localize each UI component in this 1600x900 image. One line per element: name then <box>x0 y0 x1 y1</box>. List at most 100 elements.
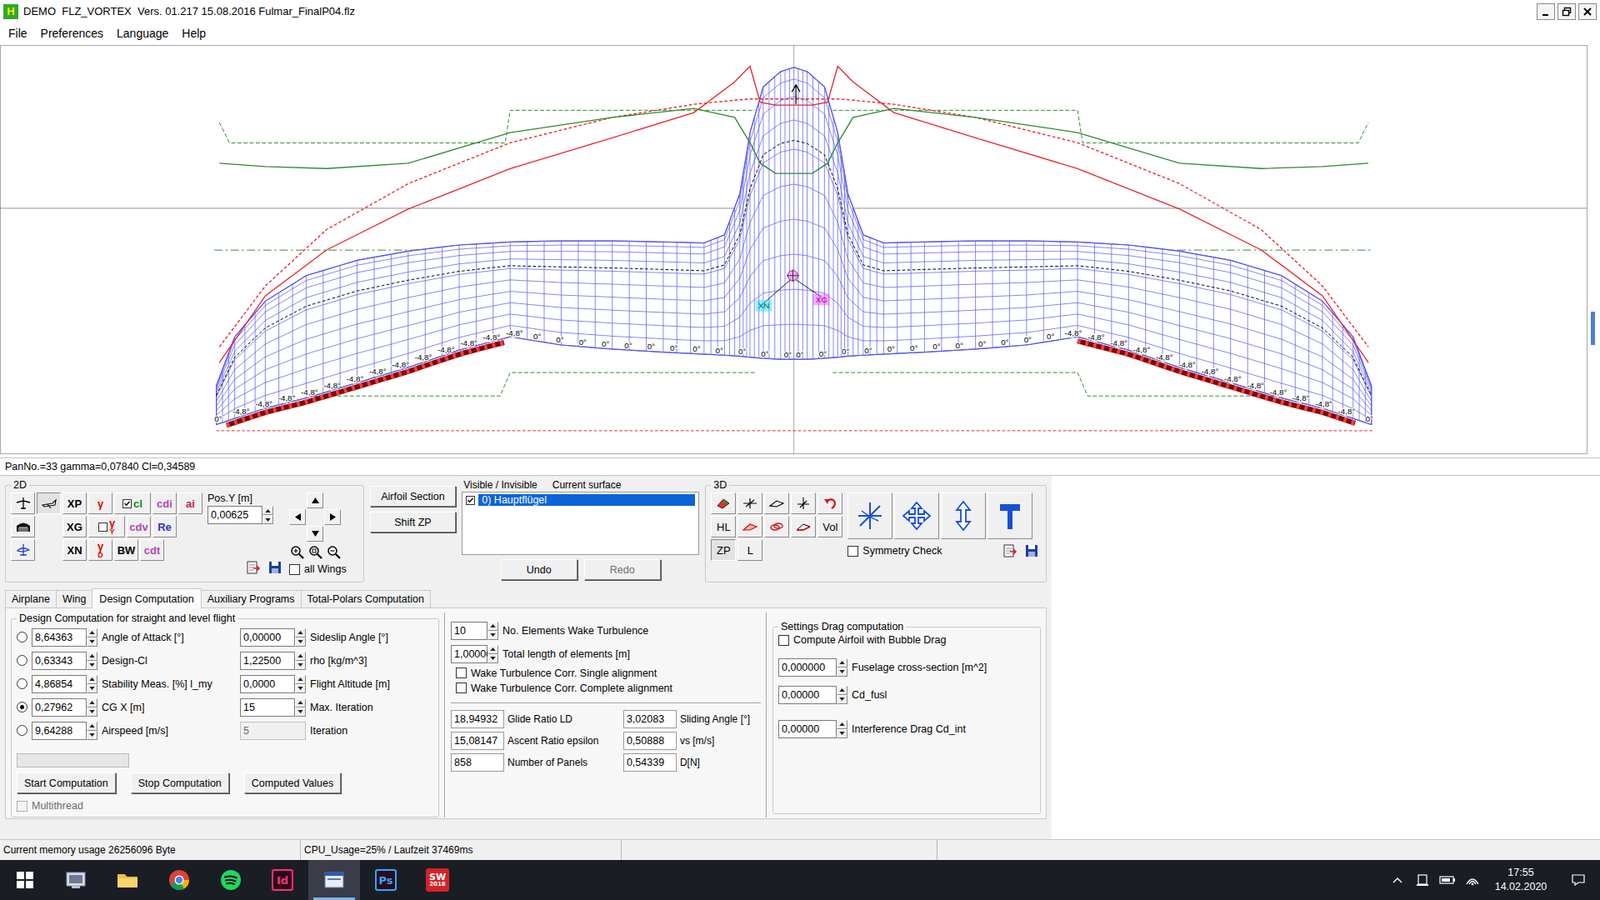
spinner[interactable] <box>836 685 848 705</box>
spin-up[interactable] <box>487 645 499 655</box>
spinner[interactable] <box>86 721 98 740</box>
clock[interactable]: 17:5514.02.2020 <box>1485 860 1557 900</box>
diagram-button[interactable]: γY <box>88 515 125 538</box>
spinner[interactable] <box>86 675 98 694</box>
tab[interactable]: Auxiliary Programs <box>200 590 302 608</box>
vertical-move-button[interactable] <box>940 492 986 540</box>
reset-view-button[interactable] <box>817 492 843 515</box>
spinner[interactable] <box>295 698 306 717</box>
checkbox[interactable] <box>455 667 467 679</box>
section-view-button[interactable] <box>10 539 35 561</box>
export-button[interactable] <box>1000 541 1020 560</box>
spin-field[interactable]: 0,63343 <box>31 651 98 670</box>
bubble-drag-checkbox[interactable]: Compute Airfoil with Bubble Drag <box>778 634 1035 646</box>
pan-up-button[interactable] <box>306 492 324 509</box>
field-value[interactable]: 0,00000 <box>778 720 837 739</box>
spin-field[interactable]: 0,00000 <box>240 628 306 647</box>
diagram-button[interactable]: cdt <box>140 539 165 561</box>
spinner[interactable] <box>86 698 98 717</box>
tab[interactable]: Airplane <box>5 590 57 608</box>
spin-up[interactable] <box>86 628 98 638</box>
spin-field[interactable]: 4,86854 <box>31 675 98 694</box>
field-value[interactable]: 8,64363 <box>31 628 87 647</box>
spin-down[interactable] <box>487 654 499 664</box>
spin-down[interactable] <box>86 730 98 740</box>
spin-field[interactable]: 0,0000 <box>240 675 306 694</box>
surface-item[interactable]: 0) Hauptflügel <box>464 494 697 506</box>
tab[interactable]: Total-Polars Computation <box>300 590 431 608</box>
spin-down[interactable] <box>295 637 306 647</box>
spinner[interactable] <box>295 675 306 694</box>
spin-down[interactable] <box>86 707 98 717</box>
radio-button[interactable] <box>16 701 28 713</box>
spinner[interactable] <box>487 645 499 664</box>
tab[interactable]: Wing <box>55 590 93 608</box>
l-button[interactable]: L <box>737 539 763 561</box>
diagram-button[interactable]: BW <box>114 539 139 561</box>
spinner[interactable] <box>836 720 848 739</box>
action-button[interactable]: Start Computation <box>16 772 116 794</box>
spin-down[interactable] <box>836 695 848 705</box>
spinner[interactable] <box>836 658 848 677</box>
diagram-button[interactable]: cdv <box>126 515 151 538</box>
spin-down[interactable] <box>86 660 98 670</box>
vol-button[interactable]: Vol <box>817 515 843 538</box>
save-button[interactable] <box>1022 541 1041 560</box>
action-button[interactable]: Computed Values <box>244 772 341 794</box>
checkbox[interactable] <box>847 545 859 557</box>
field-value[interactable]: 0,27962 <box>31 698 87 717</box>
menu-item[interactable]: Language <box>110 25 175 42</box>
radio-button[interactable] <box>16 631 28 643</box>
surface-list[interactable]: 0) Hauptflügel <box>461 491 700 555</box>
taskbar-app[interactable] <box>308 860 360 900</box>
checkbox[interactable] <box>289 564 300 575</box>
spin-field[interactable]: 1,22500 <box>240 651 306 670</box>
axis-view-button[interactable] <box>790 492 816 515</box>
action-button[interactable]: Airfoil Section <box>370 485 457 507</box>
spinner[interactable] <box>86 628 98 647</box>
spinner[interactable] <box>86 651 98 670</box>
zoom-in-button[interactable] <box>289 544 306 561</box>
diagram-button[interactable]: ai <box>178 492 203 515</box>
wing-view[interactable]: 0°-4,8°-4,8°-4,8°-4,8°-4,8°-4,8°-4,8°-4,… <box>0 45 1600 455</box>
menu-item[interactable]: File <box>1 25 35 42</box>
spin-up[interactable] <box>86 675 98 685</box>
spin-up[interactable] <box>86 651 98 661</box>
spin-down[interactable] <box>86 684 98 694</box>
zp-button[interactable]: ZP <box>710 539 736 561</box>
taskbar-app[interactable] <box>50 860 102 900</box>
hangar-button[interactable] <box>10 515 35 538</box>
taskbar-app[interactable]: SW2018 <box>411 860 464 900</box>
diagram-button[interactable]: Re <box>152 515 177 538</box>
field-value[interactable]: 9,64288 <box>31 721 87 740</box>
redo-button[interactable]: Redo <box>584 559 661 580</box>
scroll-thumb[interactable] <box>1590 311 1595 345</box>
top-view-button[interactable] <box>10 492 35 515</box>
field-value[interactable]: 10 <box>450 621 488 640</box>
close-button[interactable] <box>1578 3 1597 20</box>
checkbox[interactable] <box>778 635 790 646</box>
all-wings-checkbox[interactable]: all Wings <box>289 563 351 575</box>
pos-y-field[interactable]: 0,00625 <box>207 505 285 525</box>
spin-field[interactable]: 1,00000 <box>450 645 499 664</box>
taskbar-app[interactable] <box>153 860 205 900</box>
taskbar-app[interactable] <box>101 860 154 900</box>
spin-up[interactable] <box>295 628 306 638</box>
taskbar-app[interactable]: Id <box>256 860 309 900</box>
spin-down[interactable] <box>836 667 848 677</box>
multithread-checkbox[interactable]: Multithread <box>16 800 434 812</box>
field-value[interactable]: 1,22500 <box>240 651 295 670</box>
spin-field[interactable]: 9,64288 <box>31 721 98 740</box>
spin-up[interactable] <box>836 658 848 668</box>
radio-button[interactable] <box>16 678 28 690</box>
spin-field[interactable]: 0,000000 <box>778 658 848 677</box>
red-wing-button[interactable] <box>737 515 763 538</box>
pan-left-button[interactable] <box>289 509 306 525</box>
field-value[interactable]: 0,0000 <box>240 675 295 694</box>
zoom-out-button[interactable] <box>325 544 343 561</box>
minimize-button[interactable] <box>1536 3 1555 20</box>
field-value[interactable]: 0,00000 <box>240 628 295 647</box>
spin-up[interactable] <box>262 505 274 515</box>
spin-field[interactable]: 8,64363 <box>31 628 98 647</box>
field-value[interactable]: 0,000000 <box>778 658 837 677</box>
